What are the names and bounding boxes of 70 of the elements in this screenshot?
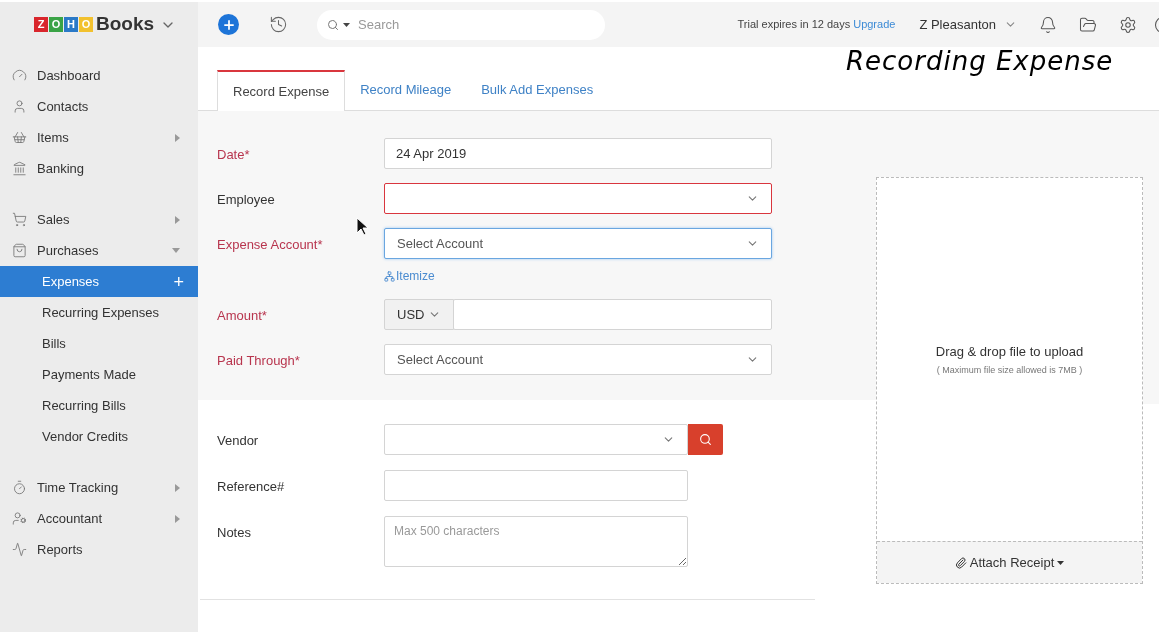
folder-icon[interactable] [1079,15,1097,34]
field-label: Reference# [217,478,286,496]
dropdown-field[interactable]: Select Account [384,344,772,375]
caret-down-icon [1057,560,1065,565]
trial-notice: Trial expires in 12 days [737,17,851,33]
field-label: Notes [217,524,252,542]
caret-right-icon [175,514,180,523]
search-icon [699,433,712,446]
field-label: Amount* [217,307,268,325]
sidebar-item[interactable]: Contacts [0,91,198,122]
text-field[interactable] [384,470,688,501]
amount-field[interactable] [453,299,772,330]
chart-line-icon [12,542,27,557]
tab[interactable]: Record Expense [217,70,346,111]
history-icon[interactable] [269,15,288,34]
sidebar-subitem[interactable]: Recurring Bills [0,390,198,421]
notes-field[interactable]: Max 500 characters [384,516,688,567]
bank-icon [12,161,27,176]
sidebar-subitem[interactable]: Recurring Expenses [0,297,198,328]
sidebar-item[interactable]: Items [0,122,198,153]
gauge-icon [12,68,27,83]
cart-icon [12,212,27,227]
caret-right-icon [175,483,180,492]
caret-right-icon [175,215,180,224]
hierarchy-icon [384,270,395,282]
plus-icon [221,17,236,32]
new-button[interactable] [218,14,239,35]
field-label: Employee [217,191,276,209]
caret-right-icon [175,133,180,142]
field-label: Date* [217,146,251,164]
field-label: Expense Account* [217,236,324,254]
user-icon [12,99,27,114]
bell-icon[interactable] [1039,15,1057,34]
stopwatch-icon [12,480,27,495]
text-field[interactable]: 24 Apr 2019 [384,138,772,169]
upload-box[interactable]: Drag & drop file to upload ( Maximum file size allowed is 7MB ) Attach Receipt [876,177,1143,584]
cursor-icon [356,217,369,236]
search-button[interactable] [688,424,723,455]
sidebar-item[interactable]: Purchases [0,235,198,266]
search-icon [327,18,339,31]
sidebar-subitem[interactable]: Payments Made [0,359,198,390]
settings-icon[interactable] [1119,15,1137,34]
sidebar-item[interactable]: Accountant [0,503,198,534]
caret-down-icon [343,22,350,27]
field-label: Paid Through* [217,352,301,370]
dropdown-field[interactable]: Select Account [384,228,772,259]
user-cog-icon [12,511,27,526]
user-menu[interactable]: Z Pleasanton [919,14,1017,35]
sidebar-item[interactable]: Time Tracking [0,472,198,503]
tab[interactable]: Record Mileage [345,69,467,110]
add-button[interactable]: + [173,272,184,291]
paperclip-icon [954,556,967,569]
sidebar-subitem[interactable]: Bills [0,328,198,359]
upload-title: Drag & drop file to upload [935,343,1084,361]
currency-dropdown[interactable]: USD [384,299,455,330]
upload-note: ( Maximum file size allowed is 7MB ) [936,363,1083,377]
sidebar-item[interactable]: Reports [0,534,198,565]
sidebar-item[interactable]: Dashboard [0,60,198,91]
sidebar-subitem[interactable]: Expenses + [0,266,198,297]
sidebar-item[interactable]: Sales [0,204,198,235]
logo: Z O H O Books [34,10,155,39]
field-label: Vendor [217,432,260,450]
basket-icon [12,130,27,145]
video-caption: Recording Expense [846,45,1114,78]
bag-icon [12,243,27,258]
tab[interactable]: Bulk Add Expenses [466,69,609,110]
sidebar-subitem[interactable]: Vendor Credits [0,421,198,452]
attach-receipt-button[interactable]: Attach Receipt [877,541,1142,583]
dropdown-field[interactable] [384,183,772,214]
sidebar-item[interactable]: Banking [0,153,198,184]
